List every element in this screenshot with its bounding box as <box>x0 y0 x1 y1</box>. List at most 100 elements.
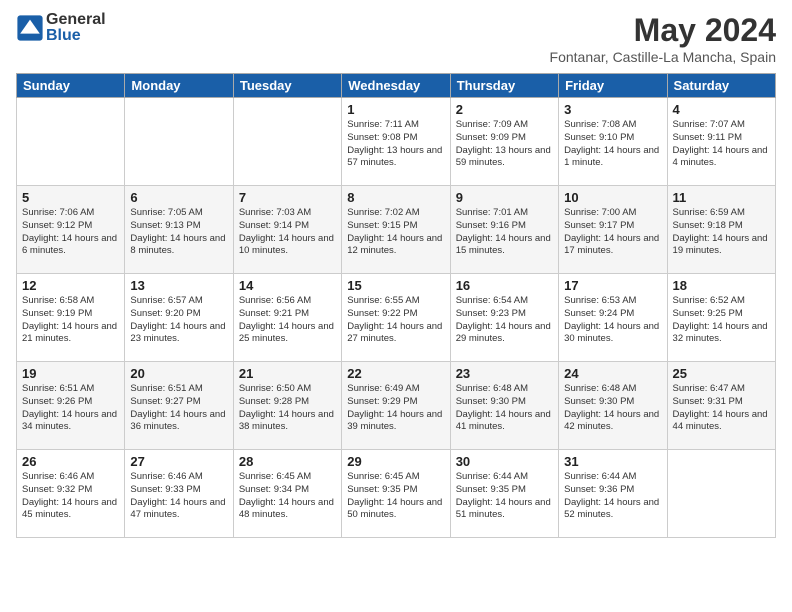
day-number: 27 <box>130 454 227 469</box>
cell-info: Sunrise: 6:44 AM Sunset: 9:35 PM Dayligh… <box>456 471 553 522</box>
cell-info: Sunrise: 6:47 AM Sunset: 9:31 PM Dayligh… <box>673 383 770 434</box>
calendar-week-row: 12Sunrise: 6:58 AM Sunset: 9:19 PM Dayli… <box>17 274 776 362</box>
table-row: 14Sunrise: 6:56 AM Sunset: 9:21 PM Dayli… <box>233 274 341 362</box>
col-friday: Friday <box>559 74 667 98</box>
table-row: 30 Sunrise: 6:44 AM Sunset: 9:35 PM Dayli… <box>450 450 558 538</box>
logo-icon <box>16 14 44 42</box>
table-row: 19Sunrise: 6:51 AM Sunset: 9:26 PM Dayli… <box>17 362 125 450</box>
table-row: 22 Sunrise: 6:49 AM Sunset: 9:29 PM Dayli… <box>342 362 450 450</box>
table-row: 20 Sunrise: 6:51 AM Sunset: 9:27 PM Dayli… <box>125 362 233 450</box>
cell-info: Sunrise: 7:03 AM Sunset: 9:14 PM Dayligh… <box>239 207 336 258</box>
day-number: 7 <box>239 190 336 205</box>
cell-info: Sunrise: 6:54 AM Sunset: 9:23 PM Dayligh… <box>456 295 553 346</box>
table-row: 28 Sunrise: 6:45 AM Sunset: 9:34 PM Dayli… <box>233 450 341 538</box>
table-row: 7 Sunrise: 7:03 AM Sunset: 9:14 PM Daylig… <box>233 186 341 274</box>
day-number: 20 <box>130 366 227 381</box>
cell-info: Sunrise: 6:46 AM Sunset: 9:33 PM Dayligh… <box>130 471 227 522</box>
cell-info: Sunrise: 6:45 AM Sunset: 9:35 PM Dayligh… <box>347 471 444 522</box>
day-number: 26 <box>22 454 119 469</box>
table-row: 26Sunrise: 6:46 AM Sunset: 9:32 PM Dayli… <box>17 450 125 538</box>
day-number: 5 <box>22 190 119 205</box>
day-number: 14 <box>239 278 336 293</box>
cell-info: Sunrise: 6:51 AM Sunset: 9:26 PM Dayligh… <box>22 383 119 434</box>
day-number: 21 <box>239 366 336 381</box>
table-row: 11 Sunrise: 6:59 AM Sunset: 9:18 PM Dayli… <box>667 186 775 274</box>
cell-info: Sunrise: 6:45 AM Sunset: 9:34 PM Dayligh… <box>239 471 336 522</box>
col-tuesday: Tuesday <box>233 74 341 98</box>
cell-info: Sunrise: 7:08 AM Sunset: 9:10 PM Dayligh… <box>564 119 661 170</box>
table-row: 9Sunrise: 7:01 AM Sunset: 9:16 PM Daylig… <box>450 186 558 274</box>
day-number: 6 <box>130 190 227 205</box>
day-number: 29 <box>347 454 444 469</box>
table-row: 4Sunrise: 7:07 AM Sunset: 9:11 PM Daylig… <box>667 98 775 186</box>
table-row: 12Sunrise: 6:58 AM Sunset: 9:19 PM Dayli… <box>17 274 125 362</box>
day-number: 22 <box>347 366 444 381</box>
table-row: 21 Sunrise: 6:50 AM Sunset: 9:28 PM Dayli… <box>233 362 341 450</box>
day-number: 24 <box>564 366 661 381</box>
location-title: Fontanar, Castille-La Mancha, Spain <box>550 49 776 65</box>
table-row: 6 Sunrise: 7:05 AM Sunset: 9:13 PM Daylig… <box>125 186 233 274</box>
page: General Blue May 2024 Fontanar, Castille… <box>0 0 792 612</box>
day-number: 30 <box>456 454 553 469</box>
cell-info: Sunrise: 6:51 AM Sunset: 9:27 PM Dayligh… <box>130 383 227 434</box>
table-row: 18 Sunrise: 6:52 AM Sunset: 9:25 PM Dayli… <box>667 274 775 362</box>
day-number: 1 <box>347 102 444 117</box>
table-row: 8Sunrise: 7:02 AM Sunset: 9:15 PM Daylig… <box>342 186 450 274</box>
col-saturday: Saturday <box>667 74 775 98</box>
table-row: 17Sunrise: 6:53 AM Sunset: 9:24 PM Dayli… <box>559 274 667 362</box>
logo-general-text: General <box>46 12 106 28</box>
cell-info: Sunrise: 6:48 AM Sunset: 9:30 PM Dayligh… <box>564 383 661 434</box>
table-row: 29 Sunrise: 6:45 AM Sunset: 9:35 PM Dayli… <box>342 450 450 538</box>
calendar-week-row: 1 Sunrise: 7:11 AM Sunset: 9:08 PM Daylig… <box>17 98 776 186</box>
title-block: May 2024 Fontanar, Castille-La Mancha, S… <box>550 12 776 65</box>
logo: General Blue <box>16 12 106 44</box>
day-number: 31 <box>564 454 661 469</box>
table-row: 5 Sunrise: 7:06 AM Sunset: 9:12 PM Daylig… <box>17 186 125 274</box>
day-number: 28 <box>239 454 336 469</box>
col-sunday: Sunday <box>17 74 125 98</box>
calendar-week-row: 26Sunrise: 6:46 AM Sunset: 9:32 PM Dayli… <box>17 450 776 538</box>
cell-info: Sunrise: 6:48 AM Sunset: 9:30 PM Dayligh… <box>456 383 553 434</box>
cell-info: Sunrise: 6:55 AM Sunset: 9:22 PM Dayligh… <box>347 295 444 346</box>
calendar-week-row: 19Sunrise: 6:51 AM Sunset: 9:26 PM Dayli… <box>17 362 776 450</box>
table-row: 1 Sunrise: 7:11 AM Sunset: 9:08 PM Daylig… <box>342 98 450 186</box>
day-number: 8 <box>347 190 444 205</box>
table-row <box>125 98 233 186</box>
table-row: 2Sunrise: 7:09 AM Sunset: 9:09 PM Daylig… <box>450 98 558 186</box>
col-monday: Monday <box>125 74 233 98</box>
cell-info: Sunrise: 6:59 AM Sunset: 9:18 PM Dayligh… <box>673 207 770 258</box>
calendar-week-row: 5 Sunrise: 7:06 AM Sunset: 9:12 PM Daylig… <box>17 186 776 274</box>
cell-info: Sunrise: 6:53 AM Sunset: 9:24 PM Dayligh… <box>564 295 661 346</box>
cell-info: Sunrise: 7:06 AM Sunset: 9:12 PM Dayligh… <box>22 207 119 258</box>
cell-info: Sunrise: 7:01 AM Sunset: 9:16 PM Dayligh… <box>456 207 553 258</box>
table-row: 10 Sunrise: 7:00 AM Sunset: 9:17 PM Dayli… <box>559 186 667 274</box>
day-number: 16 <box>456 278 553 293</box>
table-row: 31 Sunrise: 6:44 AM Sunset: 9:36 PM Dayli… <box>559 450 667 538</box>
day-number: 10 <box>564 190 661 205</box>
day-number: 18 <box>673 278 770 293</box>
cell-info: Sunrise: 6:50 AM Sunset: 9:28 PM Dayligh… <box>239 383 336 434</box>
table-row: 16 Sunrise: 6:54 AM Sunset: 9:23 PM Dayli… <box>450 274 558 362</box>
cell-info: Sunrise: 7:09 AM Sunset: 9:09 PM Dayligh… <box>456 119 553 170</box>
table-row: 27 Sunrise: 6:46 AM Sunset: 9:33 PM Dayli… <box>125 450 233 538</box>
cell-info: Sunrise: 6:44 AM Sunset: 9:36 PM Dayligh… <box>564 471 661 522</box>
cell-info: Sunrise: 6:49 AM Sunset: 9:29 PM Dayligh… <box>347 383 444 434</box>
cell-info: Sunrise: 7:05 AM Sunset: 9:13 PM Dayligh… <box>130 207 227 258</box>
table-row: 3Sunrise: 7:08 AM Sunset: 9:10 PM Daylig… <box>559 98 667 186</box>
cell-info: Sunrise: 6:52 AM Sunset: 9:25 PM Dayligh… <box>673 295 770 346</box>
calendar-table: Sunday Monday Tuesday Wednesday Thursday… <box>16 73 776 538</box>
day-number: 11 <box>673 190 770 205</box>
header: General Blue May 2024 Fontanar, Castille… <box>16 12 776 65</box>
cell-info: Sunrise: 7:11 AM Sunset: 9:08 PM Dayligh… <box>347 119 444 170</box>
day-number: 23 <box>456 366 553 381</box>
table-row <box>667 450 775 538</box>
cell-info: Sunrise: 7:00 AM Sunset: 9:17 PM Dayligh… <box>564 207 661 258</box>
col-thursday: Thursday <box>450 74 558 98</box>
table-row <box>17 98 125 186</box>
day-number: 25 <box>673 366 770 381</box>
table-row: 25 Sunrise: 6:47 AM Sunset: 9:31 PM Dayli… <box>667 362 775 450</box>
cell-info: Sunrise: 6:57 AM Sunset: 9:20 PM Dayligh… <box>130 295 227 346</box>
col-wednesday: Wednesday <box>342 74 450 98</box>
table-row: 15 Sunrise: 6:55 AM Sunset: 9:22 PM Dayli… <box>342 274 450 362</box>
day-number: 15 <box>347 278 444 293</box>
